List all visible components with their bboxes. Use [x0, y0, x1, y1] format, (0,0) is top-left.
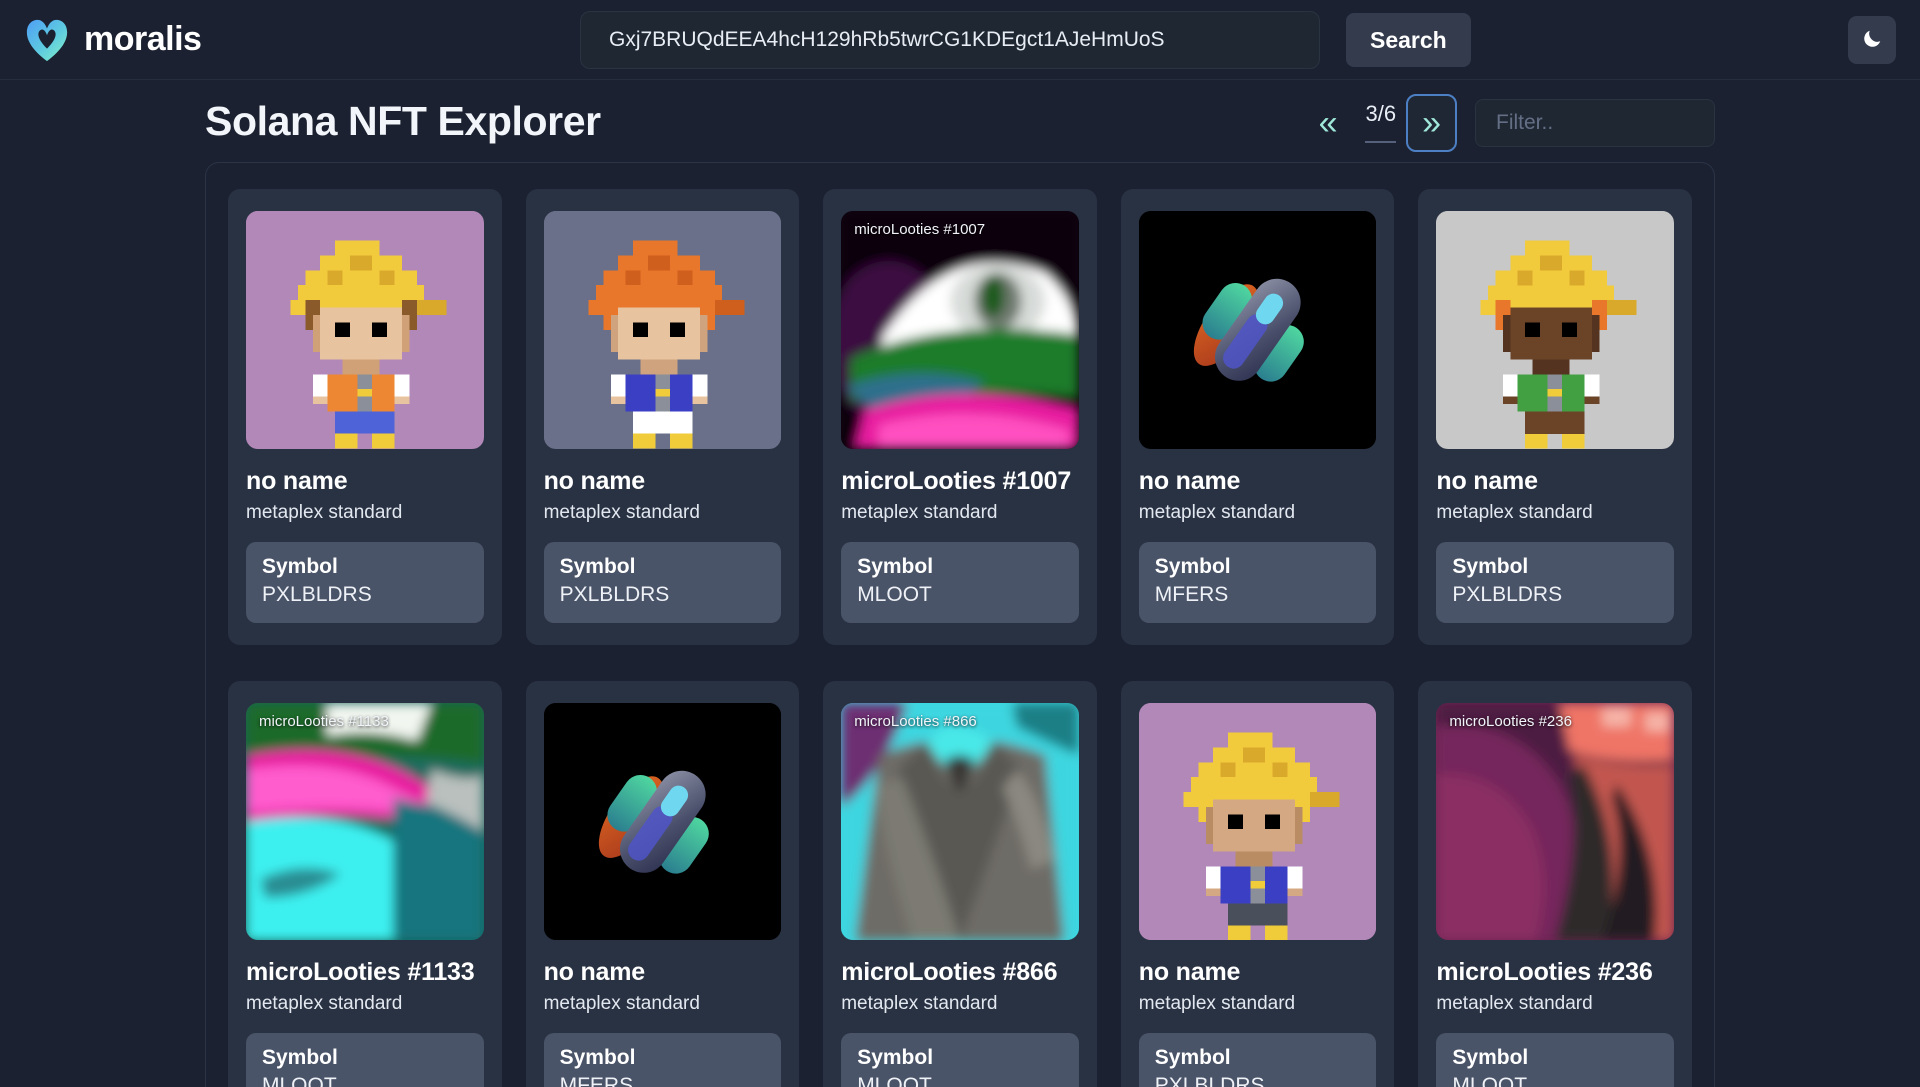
- nft-standard: metaplex standard: [543, 501, 700, 523]
- nft-image-overlay-label: microLooties #1133: [259, 712, 389, 730]
- pagination-controls: « 3/6 »: [1307, 94, 1715, 152]
- nft-card[interactable]: microLooties #236 microLooties #236 metapl…: [1418, 680, 1692, 1087]
- theme-toggle-button[interactable]: [1848, 16, 1896, 64]
- app-header: moralis Search: [0, 0, 1920, 80]
- nft-attribute-value: PXLBLDRS: [262, 582, 372, 606]
- nft-title: microLooties #236: [1436, 958, 1653, 987]
- search-input[interactable]: [580, 11, 1320, 69]
- nft-card[interactable]: no name metaplex standard Symbol MFERS: [525, 680, 800, 1087]
- nft-title: no name: [1138, 958, 1241, 987]
- nft-attribute-box: Symbol MLOOT: [841, 541, 1079, 623]
- nft-attribute-key: Symbol: [1154, 554, 1231, 578]
- nft-thumbnail[interactable]: [1138, 702, 1377, 941]
- nft-attribute-value: PXLBLDRS: [1154, 1074, 1265, 1087]
- chevron-double-right-icon[interactable]: »: [1406, 94, 1457, 152]
- nft-thumbnail[interactable]: [1138, 211, 1377, 449]
- nft-standard: metaplex standard: [1436, 993, 1593, 1015]
- brand[interactable]: moralis: [24, 17, 202, 63]
- nft-attribute-box: Symbol MLOOT: [1436, 1033, 1674, 1087]
- nft-title: microLooties #1007: [841, 466, 1072, 495]
- nft-attribute-box: Symbol MFERS: [543, 1033, 782, 1087]
- nft-thumbnail[interactable]: [543, 211, 782, 449]
- nft-card[interactable]: microLooties #1007 microLooties #1007 meta…: [823, 189, 1097, 645]
- nft-attribute-key: Symbol: [857, 554, 934, 578]
- nft-thumbnail[interactable]: microLooties #866: [841, 702, 1079, 941]
- nft-card[interactable]: microLooties #1133 microLooties #1133 meta…: [228, 680, 502, 1087]
- nft-attribute-box: Symbol PXLBLDRS: [1436, 541, 1674, 623]
- nft-image-overlay-label: microLooties #236: [1449, 712, 1572, 730]
- nft-attribute-value: MLOOT: [1452, 1074, 1528, 1087]
- nft-standard: metaplex standard: [841, 993, 998, 1015]
- nft-thumbnail[interactable]: [543, 702, 782, 941]
- nft-standard: metaplex standard: [1138, 501, 1296, 523]
- nft-attribute-value: MFERS: [1154, 582, 1229, 606]
- search-button[interactable]: Search: [1346, 13, 1471, 67]
- page-head: Solana NFT Explorer « 3/6 »: [0, 80, 1920, 162]
- nft-card[interactable]: no name metaplex standard Symbol MFERS: [1120, 189, 1395, 645]
- nft-image-overlay-label: microLooties #1007: [854, 221, 986, 238]
- filter-input[interactable]: [1475, 99, 1715, 147]
- nft-attribute-box: Symbol PXLBLDRS: [246, 541, 484, 623]
- nft-title: no name: [246, 466, 348, 495]
- nft-title: microLooties #1133: [246, 958, 475, 987]
- nft-card[interactable]: microLooties #866 microLooties #866 metapl…: [823, 680, 1097, 1087]
- nft-attribute-value: PXLBLDRS: [559, 582, 670, 606]
- nft-standard: metaplex standard: [841, 501, 998, 523]
- nft-standard: metaplex standard: [1138, 993, 1296, 1015]
- nft-standard: metaplex standard: [543, 993, 700, 1015]
- nft-attribute-key: Symbol: [1154, 1046, 1231, 1070]
- nft-thumbnail[interactable]: [246, 211, 484, 449]
- nft-grid-panel: no name metaplex standard Symbol PXLBLDRS no…: [205, 162, 1715, 1087]
- nft-title: no name: [543, 958, 646, 987]
- nft-attribute-value: MFERS: [559, 1074, 634, 1087]
- page-title: Solana NFT Explorer: [205, 97, 601, 144]
- nft-attribute-value: MLOOT: [857, 1074, 932, 1087]
- nft-attribute-value: PXLBLDRS: [1452, 582, 1563, 606]
- nft-card[interactable]: no name metaplex standard Symbol PXLBLDRS: [1418, 189, 1692, 645]
- nft-title: no name: [543, 466, 646, 495]
- page-counter: 3/6: [1365, 103, 1397, 143]
- nft-card[interactable]: no name metaplex standard Symbol PXLBLDRS: [1120, 680, 1395, 1087]
- nft-attribute-key: Symbol: [1452, 554, 1529, 578]
- nft-attribute-box: Symbol PXLBLDRS: [1138, 1033, 1377, 1087]
- brand-name: moralis: [84, 20, 202, 58]
- nft-attribute-key: Symbol: [1452, 1046, 1529, 1070]
- nft-attribute-key: Symbol: [262, 1046, 338, 1070]
- nft-card[interactable]: no name metaplex standard Symbol PXLBLDRS: [228, 189, 502, 645]
- nft-attribute-key: Symbol: [559, 1046, 636, 1070]
- nft-attribute-key: Symbol: [559, 554, 636, 578]
- chevron-double-left-icon[interactable]: «: [1307, 98, 1350, 148]
- search-area: Search: [580, 11, 1471, 69]
- nft-standard: metaplex standard: [1436, 501, 1593, 523]
- nft-thumbnail[interactable]: microLooties #236: [1436, 702, 1674, 941]
- nft-standard: metaplex standard: [246, 993, 403, 1015]
- nft-attribute-box: Symbol PXLBLDRS: [543, 541, 782, 623]
- nft-attribute-box: Symbol MFERS: [1138, 541, 1377, 623]
- nft-attribute-box: Symbol MLOOT: [841, 1033, 1079, 1087]
- nft-card[interactable]: no name metaplex standard Symbol PXLBLDRS: [525, 189, 800, 645]
- moralis-heart-logo-icon: [24, 17, 70, 63]
- nft-image-overlay-label: microLooties #866: [854, 712, 977, 730]
- nft-attribute-value: MLOOT: [262, 1074, 337, 1087]
- nft-thumbnail[interactable]: microLooties #1133: [246, 702, 484, 941]
- nft-attribute-box: Symbol MLOOT: [246, 1033, 484, 1087]
- nft-attribute-value: MLOOT: [857, 582, 932, 606]
- nft-attribute-key: Symbol: [262, 554, 338, 578]
- nft-thumbnail[interactable]: [1436, 211, 1674, 449]
- nft-attribute-key: Symbol: [857, 1046, 934, 1070]
- moon-icon: [1861, 28, 1883, 53]
- nft-title: no name: [1138, 466, 1241, 495]
- nft-title: microLooties #866: [841, 958, 1058, 987]
- nft-title: no name: [1436, 466, 1538, 495]
- nft-standard: metaplex standard: [246, 501, 403, 523]
- nft-grid: no name metaplex standard Symbol PXLBLDRS no…: [228, 189, 1692, 1087]
- nft-thumbnail[interactable]: microLooties #1007: [841, 211, 1079, 449]
